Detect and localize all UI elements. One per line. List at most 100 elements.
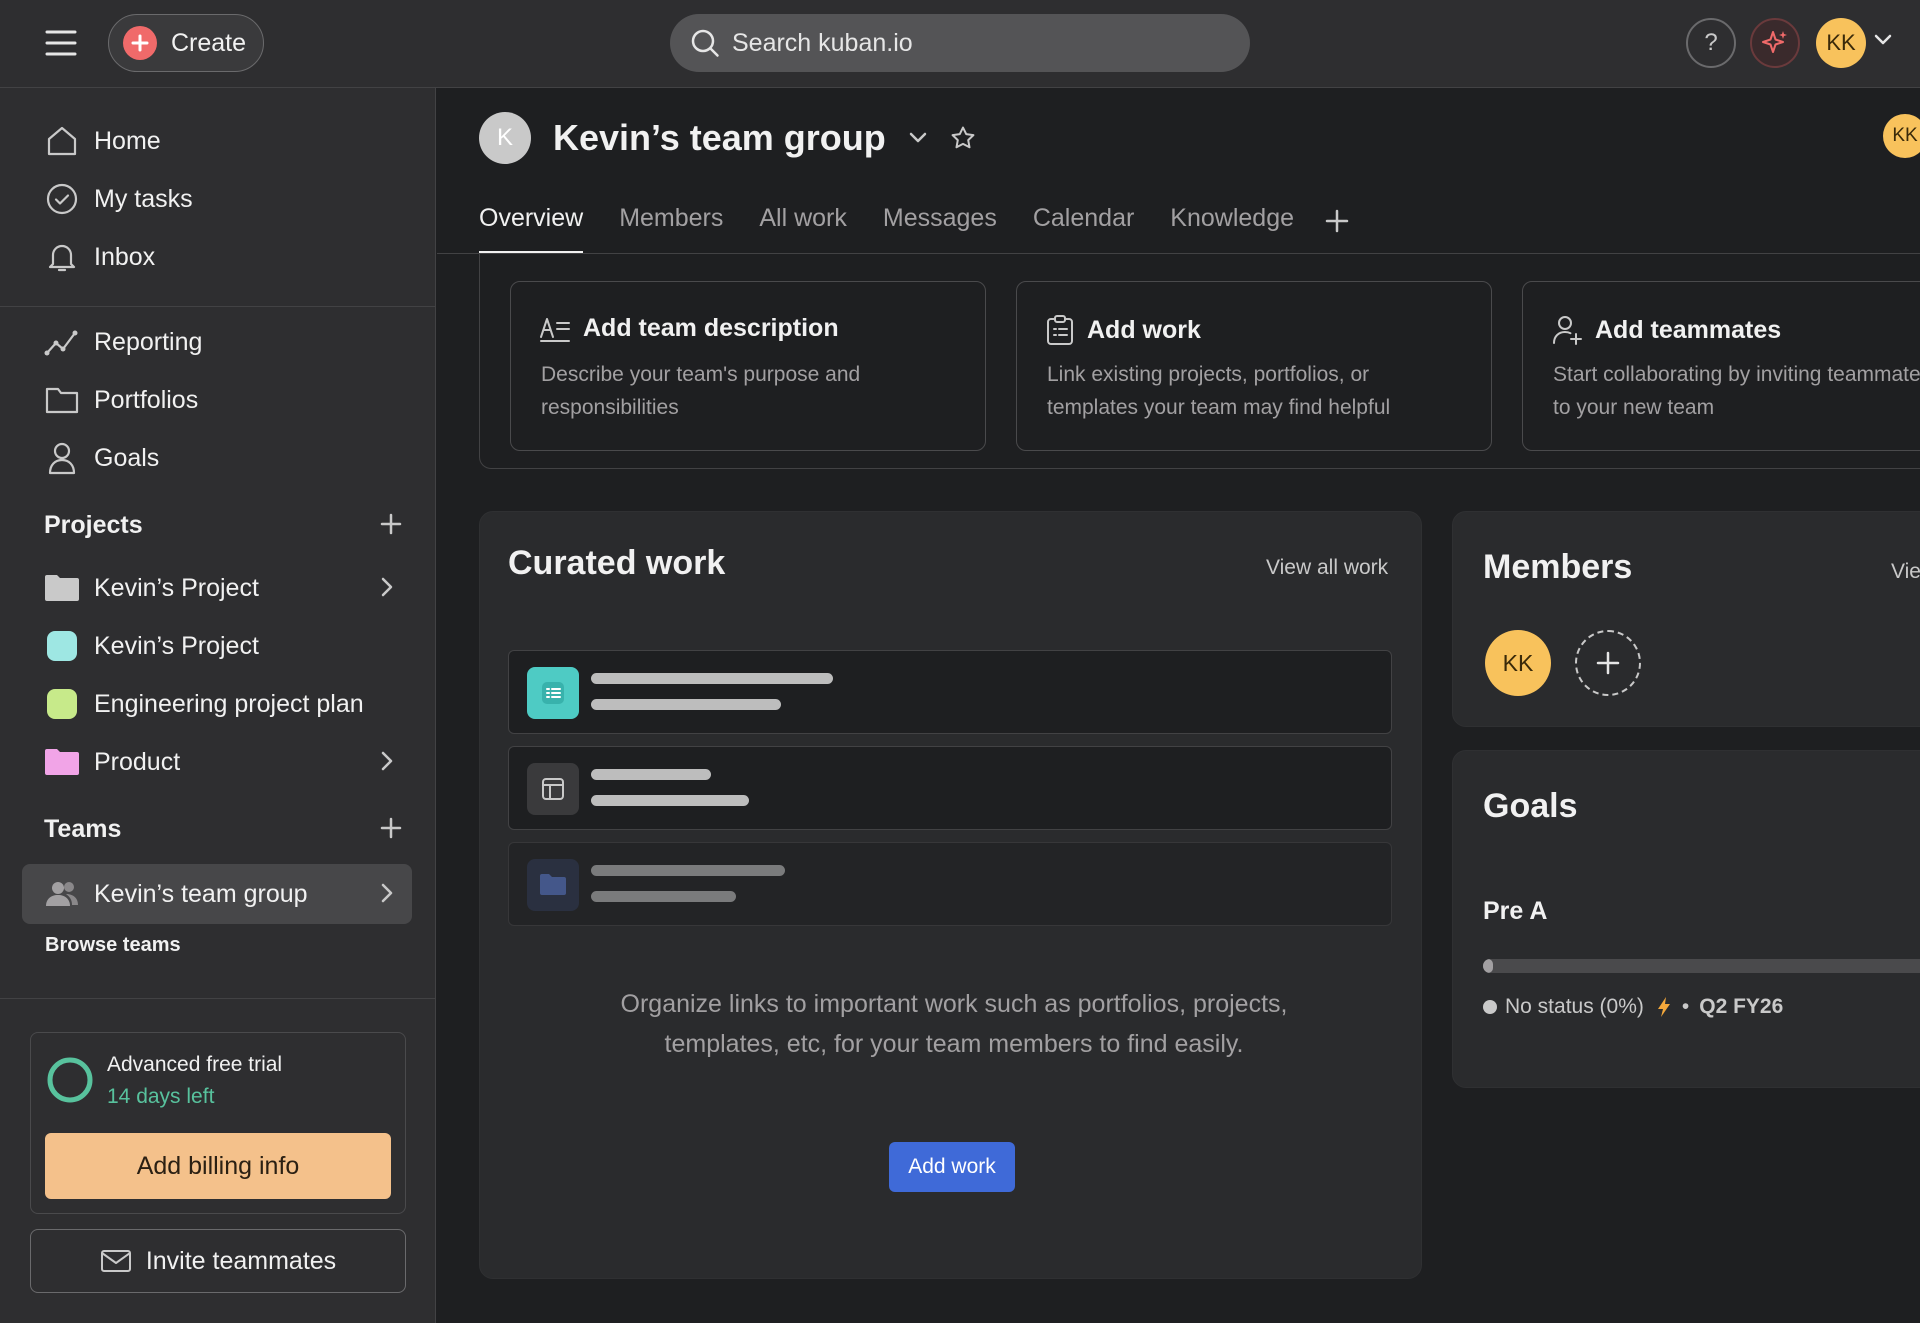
sidebar-item-goals[interactable]: Goals [22, 432, 412, 484]
chevron-right-icon[interactable] [380, 882, 394, 904]
sidebar-item-label: Product [94, 747, 181, 776]
trial-days-left: 14 days left [107, 1085, 215, 1108]
card-description: Link existing projects, portfolios, or t… [1047, 358, 1497, 424]
card-description-line: responsibilities [541, 396, 679, 419]
sidebar-item-my-tasks[interactable]: My tasks [22, 173, 412, 225]
view-all-members-link[interactable]: Vie [1891, 560, 1920, 584]
list-icon [527, 667, 579, 719]
main-content: K Kevin’s team group KK Overview Members… [437, 88, 1920, 1323]
home-icon [44, 123, 80, 159]
sidebar-project-product[interactable]: Product [22, 736, 412, 788]
card-description-line: Start collaborating by inviting teammate… [1553, 363, 1920, 386]
sidebar-item-portfolios[interactable]: Portfolios [22, 374, 412, 426]
sidebar-project-engineering-plan[interactable]: Engineering project plan [22, 678, 412, 730]
invite-teammates-label: Invite teammates [145, 1246, 337, 1275]
tab-overview[interactable]: Overview [479, 200, 584, 254]
sidebar-item-reporting[interactable]: Reporting [22, 316, 412, 368]
project-folder-icon [44, 570, 80, 606]
team-people-icon [44, 876, 80, 912]
curated-work-title: Curated work [508, 544, 726, 582]
trial-box: Advanced free trial 14 days left Add bil… [30, 1032, 406, 1214]
team-member-avatar[interactable]: KK [1883, 114, 1920, 158]
card-description-line: Describe your team's purpose and [541, 363, 861, 386]
view-all-work-link[interactable]: View all work [1266, 556, 1388, 580]
sidebar-project-kevins-project-folder[interactable]: Kevin’s Project [22, 562, 412, 614]
folder-icon [44, 382, 80, 418]
tab-calendar[interactable]: Calendar [1033, 200, 1134, 254]
search-icon [690, 28, 720, 58]
check-circle-icon [44, 181, 80, 217]
add-project-plus-icon[interactable] [378, 511, 404, 537]
team-tabs: Overview Members All work Messages Calen… [479, 200, 1350, 254]
sidebar-item-label: Reporting [94, 327, 203, 356]
tab-all-work[interactable]: All work [759, 200, 847, 254]
text-description-icon [539, 315, 571, 343]
bell-icon [44, 239, 80, 275]
goals-title: Goals [1483, 787, 1578, 825]
members-title: Members [1483, 548, 1633, 586]
tab-members[interactable]: Members [619, 200, 723, 254]
goal-period: Q2 FY26 [1699, 995, 1784, 1018]
hamburger-menu-icon[interactable] [44, 28, 78, 58]
create-button[interactable]: Create [108, 14, 264, 72]
sidebar-project-kevins-project[interactable]: Kevin’s Project [22, 620, 412, 672]
add-billing-info-button[interactable]: Add billing info [45, 1133, 391, 1199]
projects-heading: Projects [44, 510, 143, 539]
top-bar: Create Search kuban.io ? KK [0, 0, 1920, 88]
add-team-plus-icon[interactable] [378, 815, 404, 841]
search-bar[interactable]: Search kuban.io [670, 14, 1250, 72]
search-placeholder: Search kuban.io [732, 28, 913, 57]
team-header: K Kevin’s team group [479, 110, 976, 166]
chevron-down-icon[interactable] [908, 131, 928, 145]
card-description-line: to your new team [1553, 396, 1715, 419]
project-folder-icon [44, 744, 80, 780]
status-dot-icon [1483, 1000, 1497, 1014]
sidebar-item-label: Engineering project plan [94, 689, 364, 718]
tab-knowledge[interactable]: Knowledge [1170, 200, 1294, 254]
member-avatar[interactable]: KK [1485, 630, 1551, 696]
sidebar-item-label: Kevin’s team group [94, 879, 308, 908]
add-tab-plus-icon[interactable] [1324, 208, 1350, 234]
sidebar-item-label: Inbox [94, 242, 156, 271]
sidebar-item-inbox[interactable]: Inbox [22, 231, 412, 283]
curated-empty-message: Organize links to important work such as… [620, 990, 1288, 1058]
card-description-line: templates your team may find helpful [1047, 396, 1391, 419]
goal-name[interactable]: Pre A [1483, 897, 1547, 926]
star-icon[interactable] [950, 125, 976, 151]
chevron-right-icon[interactable] [380, 576, 394, 598]
add-work-card[interactable]: Add work Link existing projects, portfol… [1016, 281, 1492, 451]
curated-skeleton-row [508, 842, 1392, 926]
skeleton-bar [591, 795, 749, 806]
sidebar-item-home[interactable]: Home [22, 115, 412, 167]
help-button[interactable]: ? [1686, 18, 1736, 68]
card-description: Describe your team's purpose and respons… [541, 358, 991, 424]
ai-sparkle-button[interactable] [1750, 18, 1800, 68]
create-label: Create [171, 28, 247, 57]
skeleton-bar [591, 769, 711, 780]
goal-meta: No status (0%) • Q2 FY26 [1483, 995, 1783, 1019]
sidebar-team-kevins-team-group[interactable]: Kevin’s team group [22, 864, 412, 924]
separator-dot: • [1681, 995, 1690, 1018]
sparkle-icon [1760, 28, 1790, 58]
add-team-description-card[interactable]: Add team description Describe your team'… [510, 281, 986, 451]
add-member-button[interactable] [1575, 630, 1641, 696]
chevron-down-icon[interactable] [1874, 34, 1892, 46]
teams-section-header: Teams [44, 809, 404, 849]
goals-panel: Goals Pre A No status (0%) • Q2 FY26 [1452, 750, 1920, 1088]
lightning-icon [1656, 996, 1672, 1018]
invite-teammates-button[interactable]: Invite teammates [30, 1229, 406, 1293]
sidebar-item-label: Goals [94, 443, 160, 472]
skeleton-bar [591, 891, 736, 902]
add-teammates-card[interactable]: Add teammates Start collaborating by inv… [1522, 281, 1920, 451]
tab-messages[interactable]: Messages [883, 200, 997, 254]
browse-teams-link[interactable]: Browse teams [45, 934, 181, 957]
chevron-right-icon[interactable] [380, 750, 394, 772]
user-avatar[interactable]: KK [1816, 18, 1866, 68]
add-work-button[interactable]: Add work [889, 1142, 1015, 1192]
sidebar-item-label: Kevin’s Project [94, 631, 259, 660]
skeleton-bar [591, 673, 833, 684]
skeleton-bar [591, 865, 785, 876]
person-icon [44, 440, 80, 476]
card-description-line: Link existing projects, portfolios, or [1047, 363, 1370, 386]
members-panel: Members Vie KK [1452, 511, 1920, 727]
